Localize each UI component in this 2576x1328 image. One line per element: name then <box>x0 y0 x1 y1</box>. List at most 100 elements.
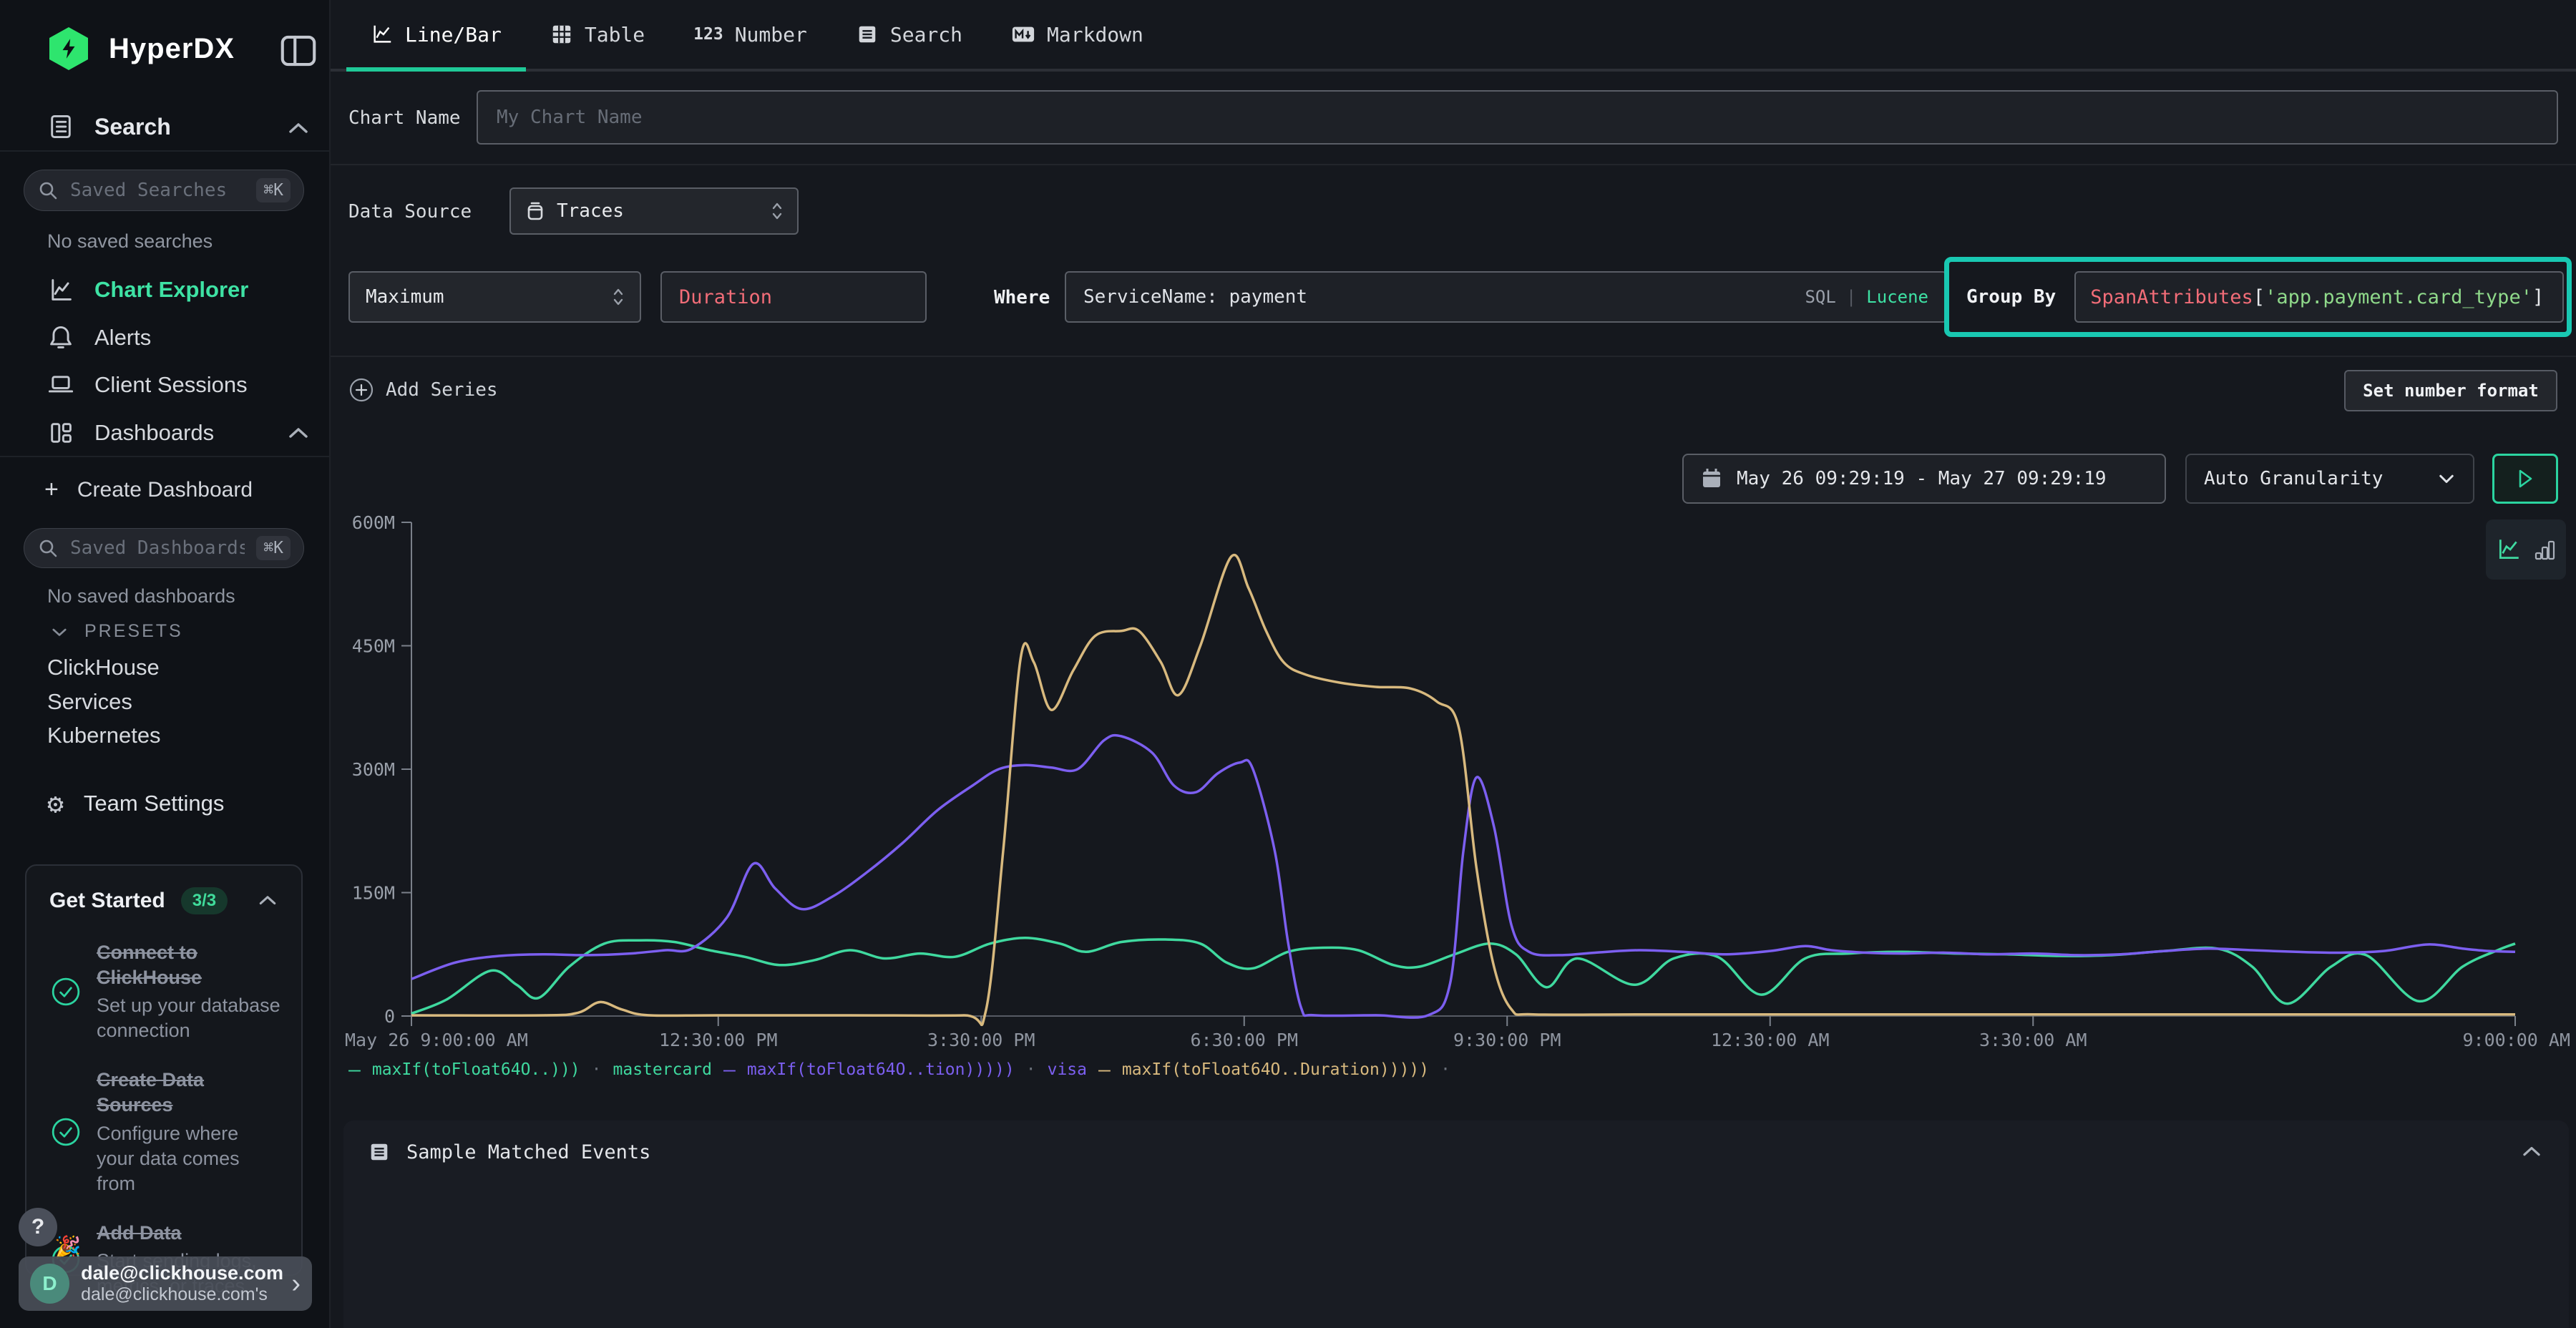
sidebar-item-alerts[interactable]: Alerts <box>47 324 151 351</box>
legend-formula[interactable]: maxIf(toFloat64O..tion))))) <box>747 1060 1015 1079</box>
presets-section[interactable]: PRESETS <box>50 621 183 642</box>
calendar-icon <box>1701 467 1722 490</box>
x-axis-tick-label: 3:30:00 AM <box>1979 1030 2087 1050</box>
saved-dashboards-field[interactable] <box>69 537 246 560</box>
sidebar-item-label: Client Sessions <box>94 372 248 398</box>
legend-series-name[interactable]: visa <box>1048 1060 1087 1079</box>
panel-toggle-icon[interactable] <box>279 31 318 70</box>
date-range-picker[interactable]: May 26 09:29:19 - May 27 09:29:19 <box>1682 454 2166 504</box>
legend-line-swatch: — <box>1098 1058 1111 1081</box>
check-circle-icon <box>51 1117 81 1147</box>
shortcut-badge: ⌘K <box>256 178 291 202</box>
timeseries-chart[interactable]: 0150M300M450M600MMay 26 9:00:00 AM12:30:… <box>343 501 2576 1066</box>
shortcut-badge: ⌘K <box>256 536 291 560</box>
sidebar-section-search[interactable]: Search <box>47 113 171 140</box>
logo-row: HyperDX <box>47 27 235 70</box>
preset-services[interactable]: Services <box>47 689 132 715</box>
preset-clickhouse[interactable]: ClickHouse <box>47 655 160 680</box>
get-started-item[interactable]: Connect to ClickHouse Set up your databa… <box>51 940 281 1043</box>
chart-name-field[interactable] <box>478 92 2557 143</box>
sidebar-item-chart-explorer[interactable]: Chart Explorer <box>47 276 248 303</box>
y-axis-tick-label: 300M <box>352 759 395 780</box>
chart-name-input[interactable] <box>477 90 2558 145</box>
sidebar-item-label: Alerts <box>94 325 151 351</box>
chevron-right-icon: › <box>291 1269 301 1299</box>
run-query-button[interactable] <box>2492 454 2558 504</box>
legend-formula[interactable]: maxIf(toFloat64O..))) <box>372 1060 580 1079</box>
sidebar-item-client-sessions[interactable]: Client Sessions <box>47 371 248 399</box>
sidebar-item-label: Dashboards <box>94 420 214 446</box>
sidebar-item-dashboards[interactable]: Dashboards <box>47 419 214 446</box>
user-email: dale@clickhouse.com <box>81 1262 280 1284</box>
events-collapse-chevron-icon[interactable] <box>2520 1144 2543 1160</box>
list-icon <box>856 23 879 46</box>
get-started-title: Get Started <box>49 889 165 913</box>
saved-dashboards-input[interactable]: ⌘K <box>24 528 304 568</box>
granularity-select[interactable]: Auto Granularity <box>2185 454 2474 504</box>
sidebar-item-label: Chart Explorer <box>94 277 248 303</box>
select-updown-icon <box>613 286 624 308</box>
legend-line-swatch: — <box>723 1058 736 1081</box>
hyperdx-logo-icon <box>47 27 90 70</box>
check-circle-icon <box>51 977 81 1007</box>
tab-number[interactable]: 123 Number <box>669 0 831 69</box>
gear-icon: ⚙ <box>47 790 64 817</box>
get-started-item[interactable]: Create Data Sources Configure where your… <box>51 1068 281 1196</box>
tab-markdown[interactable]: Markdown <box>987 0 1168 69</box>
bell-icon <box>47 324 74 351</box>
get-started-collapse-chevron-icon[interactable] <box>257 893 278 909</box>
tab-line-bar[interactable]: Line/Bar <box>346 0 526 69</box>
app-title: HyperDX <box>109 33 235 65</box>
field-input[interactable]: Duration <box>660 271 927 323</box>
section-divider <box>331 164 2576 165</box>
journal-icon <box>47 113 74 140</box>
series-line-visa <box>411 736 2515 1018</box>
group-by-highlight: Group By SpanAttributes['app.payment.car… <box>1944 257 2572 337</box>
user-subtitle: dale@clickhouse.com's <box>81 1284 280 1305</box>
number-123-icon: 123 <box>693 25 723 44</box>
dashboards-collapse-chevron-icon[interactable] <box>286 425 311 442</box>
preset-kubernetes[interactable]: Kubernetes <box>47 723 161 748</box>
user-menu[interactable]: D dale@clickhouse.com dale@clickhouse.co… <box>19 1256 312 1311</box>
add-series-button[interactable]: Add Series <box>348 377 498 403</box>
x-axis-tick-label: 9:00:00 AM <box>2462 1030 2570 1050</box>
aggregation-select[interactable]: Maximum <box>348 271 641 323</box>
search-collapse-chevron-icon[interactable] <box>286 120 311 137</box>
get-started-card: Get Started 3/3 Connect to ClickHouse Se… <box>25 864 303 1276</box>
chart-type-tabbar: Line/Bar Table 123 Number Search Markdow… <box>331 0 2576 72</box>
legend-formula[interactable]: maxIf(toFloat64O..Duration))))) <box>1122 1060 1429 1079</box>
section-divider <box>331 356 2576 357</box>
chevron-down-icon <box>2437 472 2456 485</box>
set-number-format-button[interactable]: Set number format <box>2344 370 2557 411</box>
saved-searches-field[interactable] <box>69 179 246 202</box>
saved-searches-input[interactable]: ⌘K <box>24 170 304 211</box>
sample-matched-events-panel: Sample Matched Events Timestamp (Local) … <box>343 1120 2569 1328</box>
plus-icon: + <box>44 476 59 504</box>
chart-name-label: Chart Name <box>348 107 461 129</box>
group-by-input[interactable]: SpanAttributes['app.payment.card_type'] <box>2074 271 2564 323</box>
chart-line-icon <box>47 276 74 303</box>
sidebar-item-team-settings[interactable]: ⚙ Team Settings <box>47 790 224 817</box>
where-input[interactable]: ServiceName: payment SQL | Lucene <box>1065 271 1947 323</box>
data-source-label: Data Source <box>348 201 472 223</box>
legend-series-name[interactable]: mastercard <box>613 1060 712 1079</box>
x-axis-tick-label: 3:30:00 PM <box>927 1030 1035 1050</box>
tab-search[interactable]: Search <box>831 0 987 69</box>
lucene-mode-toggle[interactable]: Lucene <box>1866 287 1928 307</box>
y-axis-tick-label: 450M <box>352 636 395 657</box>
tab-table[interactable]: Table <box>526 0 669 69</box>
create-dashboard-button[interactable]: + Create Dashboard <box>44 476 253 504</box>
avatar: D <box>30 1264 69 1304</box>
hyperdx-app: HyperDX Search ⌘K No saved searches <box>0 0 2576 1328</box>
events-panel-title: Sample Matched Events <box>406 1141 650 1163</box>
help-button[interactable]: ? <box>19 1208 57 1246</box>
data-source-select[interactable]: Traces <box>509 187 799 235</box>
select-updown-icon <box>771 200 783 222</box>
sidebar-divider <box>0 456 329 457</box>
y-axis-tick-label: 0 <box>384 1006 395 1027</box>
no-saved-dashboards-note: No saved dashboards <box>47 585 235 607</box>
search-icon <box>37 537 59 559</box>
sql-mode-toggle[interactable]: SQL <box>1805 287 1835 307</box>
y-axis-tick-label: 600M <box>352 512 395 533</box>
dashboard-grid-icon <box>47 419 74 446</box>
